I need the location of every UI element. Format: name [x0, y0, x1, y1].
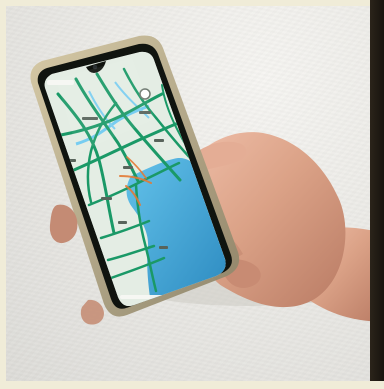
photo-frame [0, 0, 384, 389]
frame-bottom-edge [0, 381, 384, 389]
finger-lower-left [80, 299, 104, 325]
frame-edge [370, 0, 384, 389]
hand-holding-phone-illustration [30, 35, 384, 325]
